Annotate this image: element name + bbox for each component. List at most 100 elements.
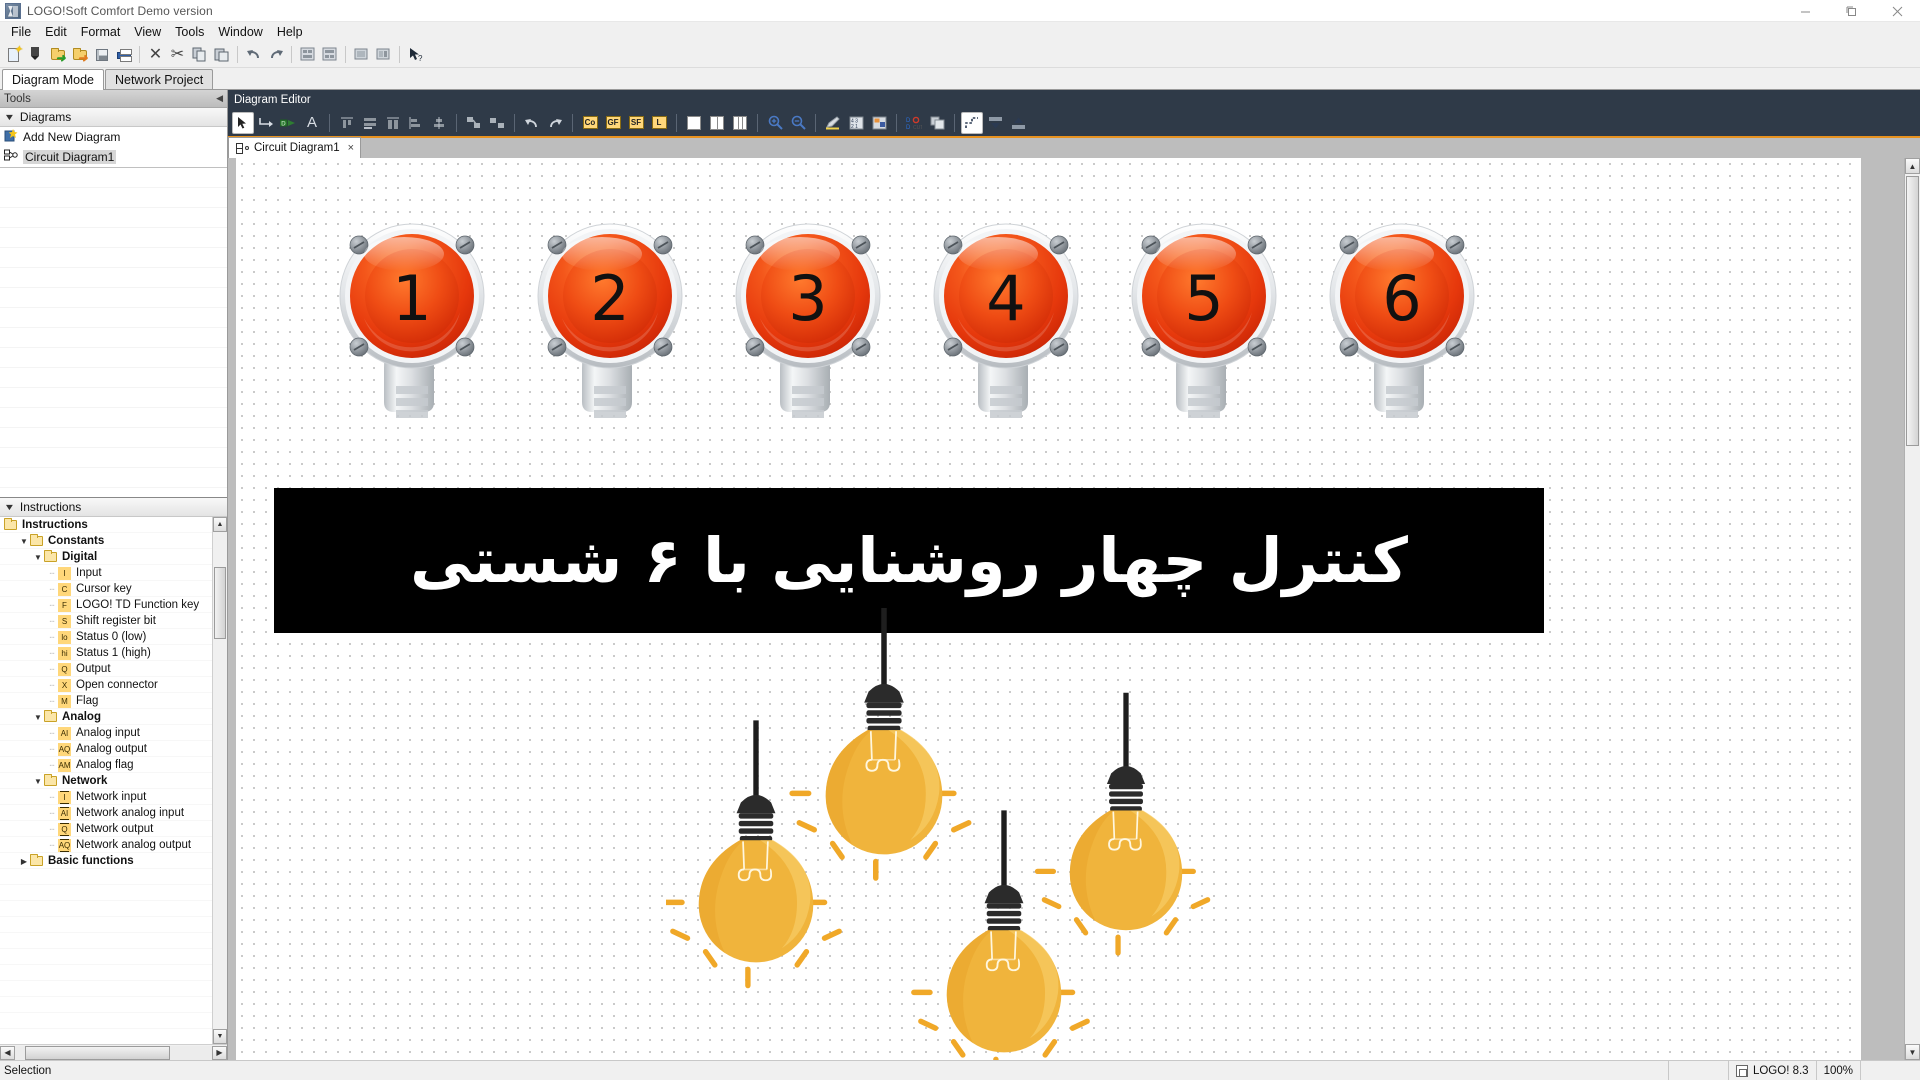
tree-item[interactable]: ┄ hi Status 1 (high) [0,645,227,661]
tree-folder[interactable]: ▼ Network [0,773,227,789]
open-project-button[interactable]: ➜ [69,44,90,65]
status-device[interactable]: LOGO! 8.3 [1727,1060,1816,1080]
tree-folder[interactable]: ▼ Digital [0,549,227,565]
list-item-circuit-diagram1[interactable]: Circuit Diagram1 [0,147,227,167]
scroll-right-icon[interactable]: ▶ [212,1045,227,1060]
h-scroll-track[interactable] [15,1045,212,1060]
menu-format[interactable]: Format [74,24,128,40]
tree-item[interactable]: ┄ X Open connector [0,677,227,693]
cut-button[interactable]: ✂ [167,44,188,65]
delete-button[interactable]: ✕ [145,44,166,65]
text-tool[interactable]: A [301,112,323,134]
tree-folder[interactable]: ▼ Analog [0,709,227,725]
save-button[interactable] [91,44,112,65]
selection-tool[interactable] [232,111,254,134]
menu-window[interactable]: Window [211,24,269,40]
redo-tool[interactable] [544,112,566,134]
align-top-tool[interactable] [336,112,358,134]
library-tool[interactable]: L [648,112,670,134]
triple-view-tool[interactable] [729,112,751,134]
help-pointer-button[interactable]: ? [405,44,426,65]
connect-tool[interactable] [255,112,277,134]
close-icon[interactable] [1874,0,1920,22]
instructions-tree[interactable]: ▲ ▼ Instructions ▼ Constants ▼ Digital ┄ I Inpu… [0,517,227,1044]
collapse-left-icon[interactable]: ◀ [216,93,223,104]
canvas-scroll-down-icon[interactable]: ▼ [1905,1044,1920,1060]
tree-item[interactable]: ┄ S Shift register bit [0,613,227,629]
group-tool[interactable] [463,112,485,134]
canvas-scroll-up-icon[interactable]: ▲ [1905,158,1920,174]
chevron-down-icon[interactable]: ▼ [32,553,44,562]
chevron-down-icon[interactable]: ▼ [18,537,30,546]
tab-network-project[interactable]: Network Project [104,69,214,89]
align-left-tool[interactable] [405,112,427,134]
highlight-tool[interactable] [822,112,844,134]
close-tab-icon[interactable]: × [348,142,354,154]
ungroup-tool[interactable] [486,112,508,134]
h-scrollbar-thumb[interactable] [25,1045,170,1060]
menu-tools[interactable]: Tools [168,24,211,40]
page-layout-tool[interactable] [926,112,948,134]
align-rows-tool[interactable] [359,112,381,134]
cut-connections-tool[interactable]: D D CUT [903,112,925,134]
tree-item[interactable]: ┄ Q Network output [0,821,227,837]
tree-item[interactable]: ┄ AQ Analog output [0,741,227,757]
tree-item[interactable]: ┄ AQ Network analog output [0,837,227,853]
menu-view[interactable]: View [127,24,168,40]
menu-edit[interactable]: Edit [38,24,74,40]
send-to-back-tool[interactable] [984,112,1006,134]
canvas-viewport[interactable]: 1 2 3 4 5 6 کنترل چهار روشنایی با ۶ شستی [236,158,1904,1060]
canvas-vertical-scrollbar[interactable]: ▲ ▼ [1904,158,1920,1060]
renumber-tool[interactable]: 4 32 1 [845,112,867,134]
pc-to-logo-button[interactable] [351,44,372,65]
tree-item[interactable]: ┄ F LOGO! TD Function key [0,597,227,613]
print-button[interactable] [113,44,134,65]
tree-item[interactable]: ┄ I Input [0,565,227,581]
tree-folder[interactable]: ▶ Basic functions [0,853,227,869]
undo-button[interactable] [243,44,264,65]
tree-item[interactable]: ┄ lo Status 0 (low) [0,629,227,645]
chevron-down-icon[interactable]: ▼ [32,713,44,722]
instructions-section-header[interactable]: ▼ Instructions [0,498,227,517]
canvas-scrollbar-thumb[interactable] [1906,176,1919,446]
minimize-icon[interactable] [1782,0,1828,22]
instructions-tree-scrollbar[interactable]: ▲ ▼ [212,517,227,1044]
open-recent-button[interactable] [25,44,46,65]
tree-item[interactable]: ┄ Q Output [0,661,227,677]
tree-item[interactable]: ┄ AI Analog input [0,725,227,741]
tab-circuit-diagram1[interactable]: Circuit Diagram1 × [228,137,362,158]
scroll-left-icon[interactable]: ◀ [0,1045,15,1060]
menu-file[interactable]: File [4,24,38,40]
diagrams-section-header[interactable]: ▼ Diagrams [0,108,227,127]
route-lines-tool[interactable] [961,111,983,134]
align-columns-tool[interactable] [382,112,404,134]
single-view-tool[interactable] [683,112,705,134]
redo-button[interactable] [265,44,286,65]
status-zoom[interactable]: 100% [1815,1060,1860,1080]
tab-diagram-mode[interactable]: Diagram Mode [2,69,104,90]
logo-to-pc-button[interactable] [373,44,394,65]
maximize-icon[interactable] [1828,0,1874,22]
constants-tool[interactable]: Co [579,112,601,134]
diagram-canvas[interactable]: 1 2 3 4 5 6 کنترل چهار روشنایی با ۶ شستی [236,158,1861,1060]
tree-item[interactable]: ┄ AM Analog flag [0,757,227,773]
split-view-tool[interactable] [706,112,728,134]
undo-tool[interactable] [521,112,543,134]
zoom-out-tool[interactable] [787,112,809,134]
copy-button[interactable] [189,44,210,65]
bring-to-front-tool[interactable] [1007,112,1029,134]
cut-join-tool[interactable]: D [278,112,300,134]
instructions-h-scrollbar[interactable]: ◀ ▶ [0,1044,227,1060]
zoom-in-tool[interactable] [764,112,786,134]
paste-button[interactable] [211,44,232,65]
chevron-right-icon[interactable]: ▶ [18,857,30,866]
chevron-down-icon[interactable]: ▼ [32,777,44,786]
tree-folder[interactable]: Instructions [0,517,227,533]
tree-item[interactable]: ┄ I Network input [0,789,227,805]
basic-functions-tool[interactable]: GF [602,112,624,134]
special-functions-tool[interactable]: SF [625,112,647,134]
simulation-button[interactable] [297,44,318,65]
scroll-down-icon[interactable]: ▼ [213,1029,227,1044]
menu-help[interactable]: Help [270,24,310,40]
tree-folder[interactable]: ▼ Constants [0,533,227,549]
